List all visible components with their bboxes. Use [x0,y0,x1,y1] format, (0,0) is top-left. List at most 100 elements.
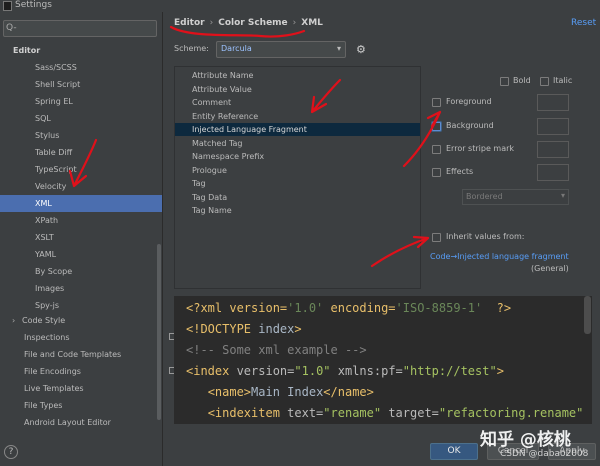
code-token: <!DOCTYPE [186,322,252,336]
ok-button[interactable]: OK [430,443,478,460]
breadcrumb-separator: › [292,18,297,28]
sidebar-item-sass-scss[interactable]: Sass/SCSS [35,59,77,76]
code-token: Main Index [251,385,324,399]
attribute-list-item[interactable]: Attribute Name [175,69,420,82]
inherit-general: (General) [531,264,569,273]
code-token: "rename" [323,406,382,420]
code-token: xmlns:pf= [330,364,403,378]
background-swatch[interactable] [537,118,569,135]
code-token: <index [186,364,230,378]
code-token: <indexitem [207,406,280,420]
sidebar-section-label: File Types [24,401,63,410]
sidebar-item-xslt[interactable]: XSLT [35,229,54,246]
italic-checkbox[interactable] [540,77,549,86]
foreground-label: Foreground [446,97,492,106]
code-token: </name> [323,385,374,399]
breadcrumb-item[interactable]: XML [301,18,323,28]
attribute-list-item[interactable]: Tag [175,177,420,190]
sidebar-section-file-types[interactable]: File Types [24,397,62,414]
foreground-checkbox[interactable] [432,98,441,107]
foreground-swatch[interactable] [537,94,569,111]
chevron-down-icon: ▾ [336,44,341,53]
effects-checkbox[interactable] [432,168,441,177]
inherit-checkbox[interactable] [432,233,441,242]
sidebar-item-stylus[interactable]: Stylus [35,127,59,144]
code-token: 'ISO-8859-1' [395,301,483,315]
sidebar-item-xpath[interactable]: XPath [35,212,58,229]
inherit-link[interactable]: Code→Injected language fragment [430,252,569,261]
breadcrumb-separator: › [209,18,214,28]
help-button[interactable]: ? [4,445,18,459]
sidebar-section-label: Inspections [24,333,70,342]
code-token: ?> [482,301,512,315]
attribute-list-item[interactable]: Matched Tag [175,137,420,150]
title-bar: Settings [0,0,600,12]
sidebar-item-spring-el[interactable]: Spring EL [35,93,73,110]
sidebar-section-file-encodings[interactable]: File Encodings [24,363,176,380]
error-stripe-label: Error stripe mark [446,144,515,153]
sidebar-section-live-templates[interactable]: Live Templates [24,380,84,397]
code-token: <!-- Some xml example --> [186,343,367,357]
code-token: version= [229,364,295,378]
gear-icon[interactable]: ⚙ [356,43,366,56]
attribute-list-item[interactable]: Comment [175,96,420,109]
code-token: "refactoring.rename" [438,406,584,420]
code-token: <name> [207,385,252,399]
attribute-list-item[interactable]: Namespace Prefix [175,150,420,163]
sidebar-item-xml[interactable]: XML [0,195,162,212]
effects-swatch[interactable] [537,164,569,181]
sidebar-section-android-layout-editor[interactable]: Android Layout Editor [24,414,111,431]
sidebar-item-shell-script[interactable]: Shell Script [35,76,80,93]
sidebar-section-editor[interactable]: Editor [13,42,40,59]
sidebar-item-by-scope[interactable]: By Scope [35,263,72,280]
sidebar-section-label: File Encodings [24,367,81,376]
bold-checkbox[interactable] [500,77,509,86]
attribute-list-item[interactable]: Tag Name [175,204,420,217]
code-line: <indexitem text="rename" target="refacto… [186,403,584,424]
attribute-list-item[interactable]: Entity Reference [175,110,420,123]
sidebar-section-inspections[interactable]: Inspections [24,329,176,346]
effect-type-select[interactable]: Bordered ▾ [462,189,569,205]
attribute-list-item[interactable]: Tag Data [175,191,420,204]
sidebar-item-yaml[interactable]: YAML [35,246,56,263]
attribute-list-item[interactable]: Injected Language Fragment [175,123,420,136]
attribute-list-item[interactable]: Attribute Value [175,83,420,96]
code-token: <?xml version= [186,301,288,315]
scheme-value: Darcula [221,44,252,53]
error-stripe-swatch[interactable] [537,141,569,158]
effects-label: Effects [446,167,474,176]
error-stripe-checkbox[interactable] [432,145,441,154]
bold-label: Bold [513,76,531,85]
sidebar-section-label: Live Templates [24,384,84,393]
effect-type-value: Bordered [466,192,503,201]
sidebar-item-sql[interactable]: SQL [35,110,51,127]
sidebar-item-table-diff[interactable]: Table Diff [35,144,72,161]
scheme-label: Scheme: [174,44,209,53]
code-token: index [251,322,295,336]
search-input[interactable]: Q- [3,20,157,37]
sidebar-section-file-and-code-templates[interactable]: File and Code Templates [24,346,121,363]
sidebar-section-code-style[interactable]: › Code Style [12,312,65,329]
sidebar-item-images[interactable]: Images [35,280,64,297]
background-checkbox[interactable] [432,122,441,131]
preview-scrollbar[interactable] [584,296,591,334]
breadcrumb-item[interactable]: Editor [174,18,205,28]
background-label: Background [446,121,494,130]
sidebar-section-label: File and Code Templates [24,350,122,359]
inherit-label: Inherit values from: [446,232,525,241]
code-line: <!DOCTYPE index> [186,319,302,340]
sidebar-item-velocity[interactable]: Velocity [35,178,66,195]
sidebar-item-typescript[interactable]: TypeScript [35,161,77,178]
breadcrumb-item[interactable]: Color Scheme [218,18,287,28]
code-preview[interactable]: <?xml version='1.0' encoding='ISO-8859-1… [174,296,592,424]
reset-link[interactable]: Reset [571,18,596,28]
attribute-list: Attribute Name Attribute Value Comment Enti… [174,66,421,289]
code-token: "http://test" [402,364,497,378]
watermark-sub: CSDN @dabao2008 [500,449,589,459]
attribute-list-item[interactable]: Prologue [175,164,420,177]
sidebar-scrollbar[interactable] [157,244,161,420]
code-token: "1.0" [294,364,331,378]
scheme-select[interactable]: Darcula ▾ [216,41,346,58]
